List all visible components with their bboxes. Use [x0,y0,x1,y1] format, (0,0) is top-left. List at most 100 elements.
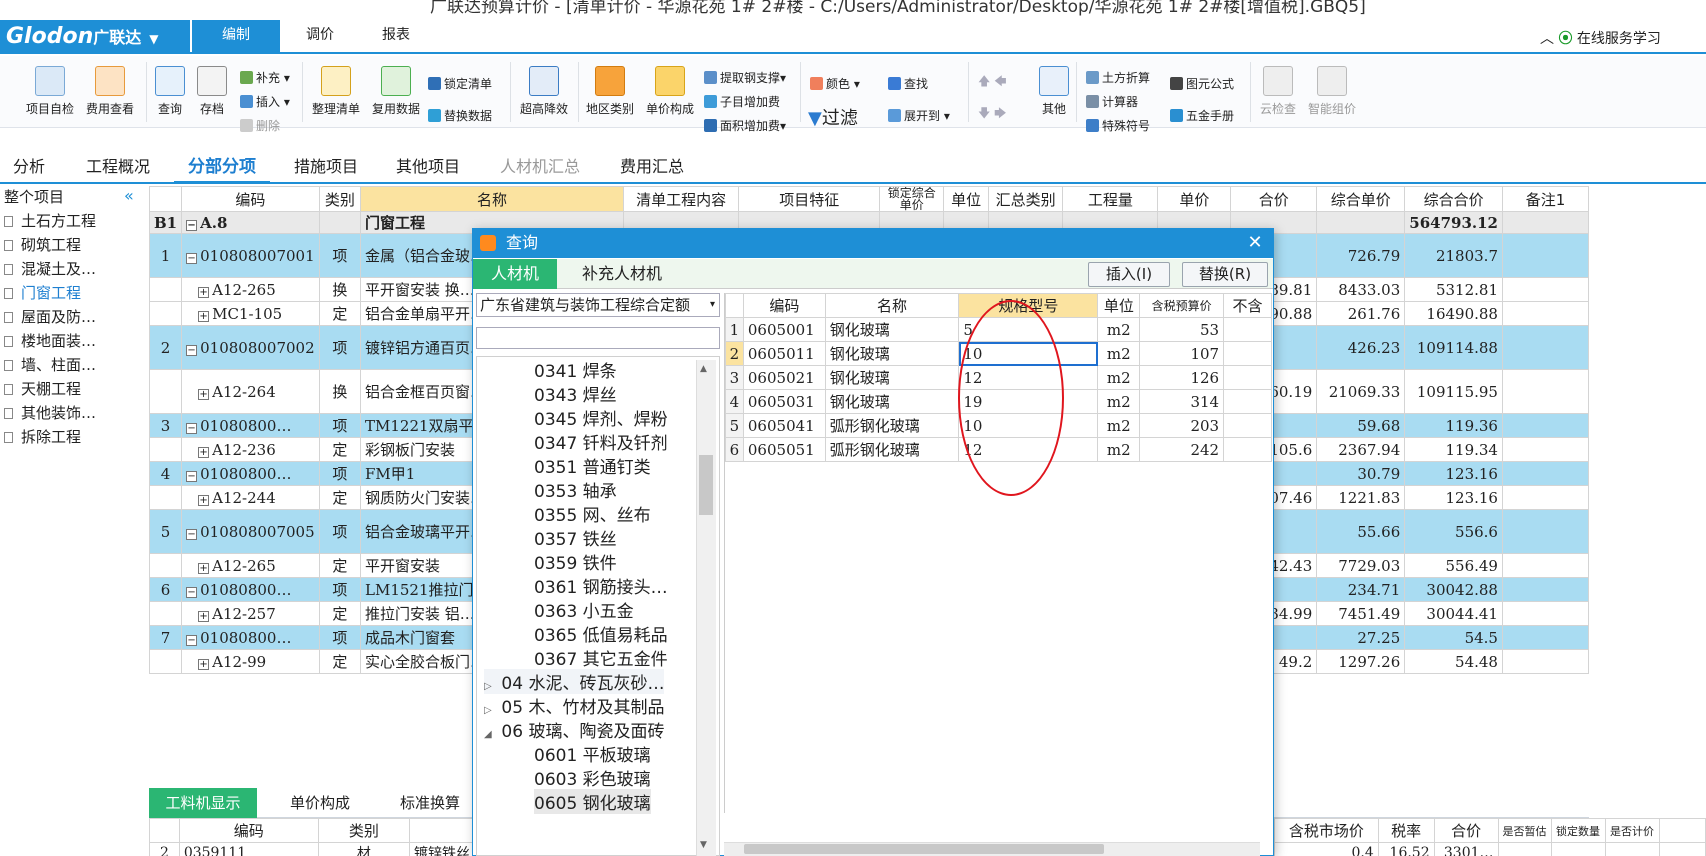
collapse-icon[interactable]: − [186,470,198,482]
reuse-data-button[interactable]: 复用数据 [368,66,424,117]
dialog-tab-materials[interactable]: 人材机 [473,259,557,289]
detail-header-lock[interactable]: 锁定数量 [1550,818,1606,843]
expand-icon[interactable]: + [198,562,210,574]
filter-button[interactable]: ▼过滤 [808,104,880,130]
material-header[interactable]: 单位 [1097,293,1141,318]
collapse-icon[interactable]: − [186,586,198,598]
special-symbol-button[interactable]: 特殊符号 [1086,117,1150,134]
material-tree-item[interactable]: ◢ 06 玻璃、陶瓷及面砖 [484,717,664,742]
expand-icon[interactable]: + [198,310,210,322]
material-header[interactable]: 编码 [742,293,826,318]
section-tree-item[interactable]: 土石方工程 [4,210,96,231]
grid-header[interactable]: 汇总类别 [987,186,1064,212]
grid-header[interactable]: 锁定综合单价 [879,186,945,212]
move-down-icon[interactable]: 🡇 🡆 [978,104,1007,125]
collapse-icon[interactable]: − [186,252,198,264]
online-service-link[interactable]: ︿ ⦿ 在线服务学习 [1540,28,1661,48]
detail-header-total[interactable]: 合价 [1433,818,1499,843]
organize-list-button[interactable]: 整理清单 [308,66,364,117]
tab-overview[interactable]: 工程概况 [72,150,164,184]
grid-header[interactable]: 项目特征 [738,186,881,212]
extract-steel-button[interactable]: 提取钢支撑▾ [704,69,786,86]
section-tree-item[interactable]: 砌筑工程 [4,234,81,255]
library-search-input[interactable] [476,327,720,349]
tree-scroll-thumb[interactable] [699,455,713,515]
scroll-down-icon[interactable]: ▼ [700,840,707,850]
material-tree-item[interactable]: 0601 平板玻璃 [534,741,651,766]
earthwork-convert-button[interactable]: 土方折算 [1086,69,1150,86]
expand-icon[interactable]: + [198,286,210,298]
expand-icon[interactable]: + [198,658,210,670]
grid-header[interactable]: 单价 [1157,186,1232,212]
section-tree-item[interactable]: 拆除工程 [4,426,81,447]
expanded-icon[interactable]: ◢ [484,729,496,740]
supplement-button[interactable]: 补充 ▾ [240,69,290,86]
collapse-icon[interactable]: − [186,634,198,646]
detail-lock-checkbox[interactable] [1550,842,1606,856]
material-header[interactable]: 名称 [824,293,960,318]
material-tree-item[interactable]: 0347 钎料及钎剂 [534,429,668,454]
section-tree-item[interactable]: 墙、柱面… [4,354,96,375]
grid-header[interactable]: 编码 [181,186,320,212]
expand-to-button[interactable]: 展开到 ▾ [888,107,950,124]
replace-data-button[interactable]: 替换数据 [428,107,492,124]
material-tree-item[interactable]: 0345 焊剂、焊粉 [534,405,668,430]
grid-header[interactable]: 工程量 [1062,186,1159,212]
grid-header[interactable]: 单位 [943,186,989,212]
menu-tab-edit[interactable]: 编制 [192,20,280,54]
expand-icon[interactable]: + [198,446,210,458]
dialog-tab-supplement[interactable]: 补充人材机 [562,259,682,289]
tab-analysis[interactable]: 分析 [0,150,58,184]
insert-button[interactable]: 插入(I) [1088,262,1170,287]
material-tree-item[interactable]: 0341 焊条 [534,357,617,382]
sub-fee-button[interactable]: 子目增加费 [704,93,780,110]
cloud-check-button[interactable]: 云检查 [1256,66,1300,117]
material-header[interactable]: 不含 [1223,293,1272,318]
section-tree-item[interactable]: 门窗工程 [4,282,81,303]
area-fee-button[interactable]: 面积增加费▾ [704,117,786,134]
collapse-icon[interactable]: − [186,344,198,356]
expand-icon[interactable]: + [198,494,210,506]
collapse-icon[interactable]: − [186,219,198,231]
tab-standard-conversion[interactable]: 标准换算 [380,788,480,818]
material-tree-item[interactable]: 0365 低值易耗品 [534,621,668,646]
material-tree-item[interactable]: 0605 钢化玻璃 [534,789,651,814]
section-tree-item[interactable]: 屋面及防… [4,306,96,327]
collapsed-icon[interactable]: ▷ [484,681,496,692]
tree-scrollbar[interactable] [696,360,716,856]
section-tree-item[interactable]: 混凝土及… [4,258,96,279]
detail-header-type[interactable]: 类别 [317,818,410,843]
fee-view-button[interactable]: 费用查看 [84,66,136,117]
move-up-icon[interactable]: 🡅 🡄 [978,72,1007,93]
app-logo[interactable]: Glodon广联达 ▼ [0,20,190,54]
tab-price-composition[interactable]: 单价构成 [270,788,370,818]
material-tree-item[interactable]: 0357 铁丝 [534,525,617,550]
menu-tab-adjust[interactable]: 调价 [284,20,356,54]
detail-provisional-checkbox[interactable] [1497,842,1552,856]
grid-header[interactable]: 综合合价 [1404,186,1503,212]
detail-header-provisional[interactable]: 是否暂估 [1497,818,1552,843]
grid-header[interactable]: 清单工程内容 [622,186,740,212]
scroll-up-icon[interactable]: ▲ [700,364,707,374]
archive-button[interactable]: 存档 [194,66,230,117]
library-select[interactable]: 广东省建筑与装饰工程综合定额 ▾ [476,293,720,317]
material-header[interactable]: 含税预算价 [1139,293,1225,318]
material-tree-item[interactable]: 0361 钢筋接头… [534,573,668,598]
material-tree-item[interactable]: 0353 轴承 [534,477,617,502]
section-tree-item[interactable]: 天棚工程 [4,378,81,399]
delete-row-button[interactable]: 删除 [240,117,280,134]
project-check-button[interactable]: 项目自检 [24,66,76,117]
insert-row-button[interactable]: 插入 ▾ [240,93,290,110]
detail-priced-checkbox[interactable] [1604,842,1660,856]
hardware-manual-button[interactable]: 五金手册 [1170,107,1234,124]
lock-list-button[interactable]: 锁定清单 [428,75,492,92]
element-formula-button[interactable]: 图元公式 [1170,75,1234,92]
collapse-icon[interactable]: − [186,528,198,540]
material-hscroll-thumb[interactable] [744,844,1104,854]
color-button[interactable]: 颜色 ▾ [810,75,860,92]
tab-labor-material[interactable]: 工料机显示 [149,788,257,818]
collapsed-icon[interactable]: ▷ [484,705,496,716]
calculator-button[interactable]: 计算器 [1086,93,1138,110]
region-type-button[interactable]: 地区类别 [582,66,638,117]
detail-header-market[interactable]: 含税市场价 [1274,818,1379,843]
